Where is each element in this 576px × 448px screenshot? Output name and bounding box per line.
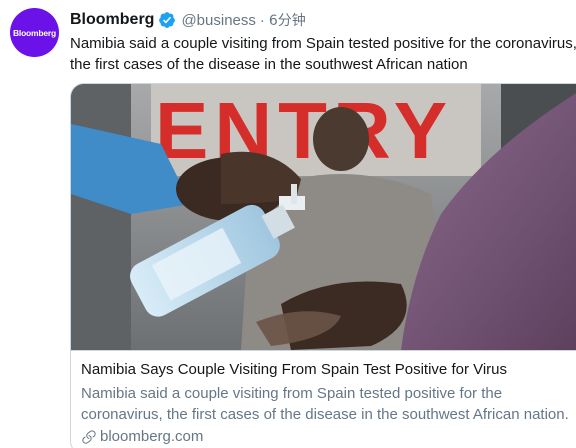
- link-icon: [82, 429, 96, 444]
- tweet-text-line: the first cases of the disease in the so…: [70, 56, 468, 73]
- avatar[interactable]: Bloomberg: [10, 8, 59, 57]
- card-domain[interactable]: bloomberg.com: [100, 428, 203, 445]
- tweet[interactable]: Bloomberg Bloomberg @business · 6分钟 Nami…: [0, 0, 576, 448]
- verified-badge-icon: [159, 12, 176, 28]
- card-image[interactable]: ENTRY: [71, 84, 576, 350]
- card-description-line: coronavirus, the first cases of the dise…: [81, 406, 569, 423]
- card-title[interactable]: Namibia Says Couple Visiting From Spain …: [81, 361, 507, 378]
- entry-sign-text: ENTRY: [155, 86, 453, 175]
- handle[interactable]: @business: [181, 12, 255, 29]
- card-domain-link[interactable]: bloomberg.com: [81, 428, 203, 445]
- display-name[interactable]: Bloomberg: [70, 11, 154, 29]
- card-body[interactable]: Namibia Says Couple Visiting From Spain …: [71, 350, 576, 445]
- timestamp[interactable]: 6分钟: [269, 10, 306, 30]
- card-description: Namibia said a couple visiting from Spai…: [81, 383, 576, 425]
- tweet-text-line: Namibia said a couple visiting from Spai…: [70, 35, 576, 52]
- tweet-header: Bloomberg @business · 6分钟: [70, 9, 306, 31]
- separator-dot: ·: [259, 11, 265, 29]
- card-description-line: Namibia said a couple visiting from Spai…: [81, 385, 503, 402]
- avatar-logo-text: Bloomberg: [12, 27, 57, 38]
- tweet-text: Namibia said a couple visiting from Spai…: [70, 33, 576, 75]
- link-card[interactable]: ENTRY Namibia Says Couple Visiting From …: [70, 83, 576, 448]
